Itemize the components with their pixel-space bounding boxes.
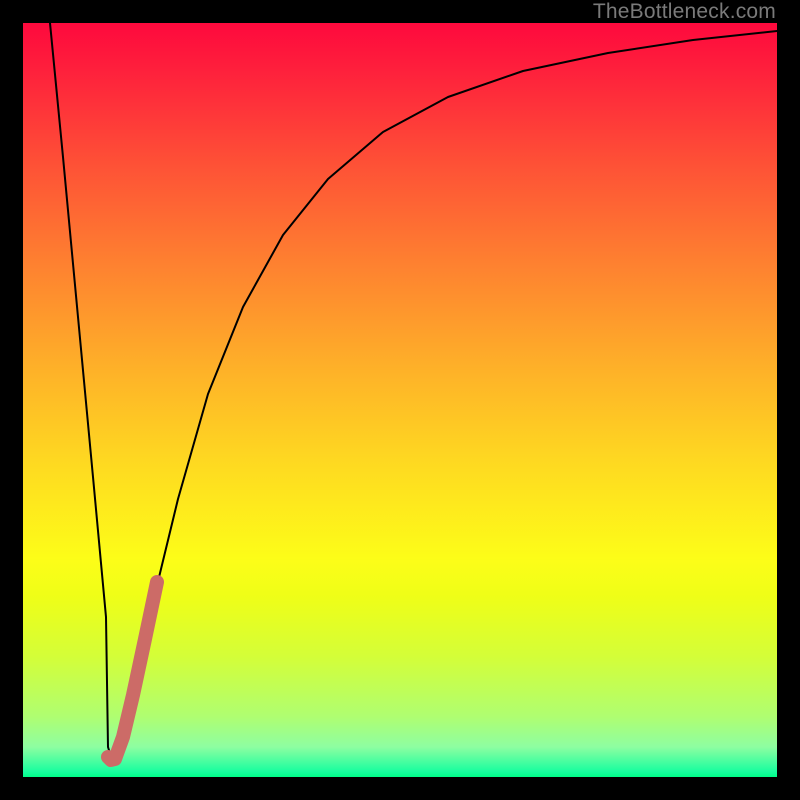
main-curve bbox=[50, 23, 777, 757]
curve-layer bbox=[23, 23, 777, 777]
outer-frame: TheBottleneck.com bbox=[0, 0, 800, 800]
highlight-overlay bbox=[108, 582, 157, 760]
watermark-text: TheBottleneck.com bbox=[593, 0, 776, 24]
